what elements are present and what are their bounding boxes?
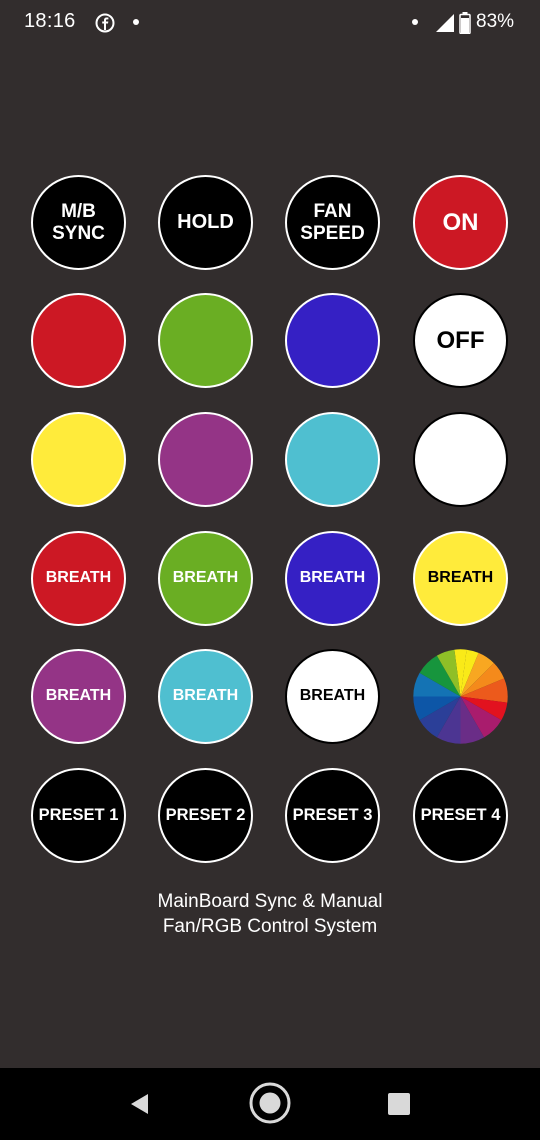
battery-percentage: 83% <box>476 11 515 32</box>
preset-2-label: PRESET 2 <box>165 806 246 825</box>
breath-cyan-button[interactable]: BREATH <box>158 649 253 744</box>
breath-cyan-label: BREATH <box>172 687 239 705</box>
color-cyan-button[interactable] <box>285 412 380 507</box>
notification-dot <box>133 19 139 25</box>
on-label: ON <box>442 208 479 236</box>
facebook-icon <box>95 13 115 33</box>
preset-3-button[interactable]: PRESET 3 <box>285 768 380 863</box>
off-button[interactable]: OFF <box>413 293 508 388</box>
breath-purple-label: BREATH <box>45 687 112 705</box>
battery-icon <box>459 12 471 34</box>
cell-signal-icon <box>436 14 454 32</box>
breath-white-button[interactable]: BREATH <box>285 649 380 744</box>
preset-4-button[interactable]: PRESET 4 <box>413 768 508 863</box>
breath-red-label: BREATH <box>45 569 112 587</box>
color-wheel-icon <box>413 649 508 744</box>
color-red-button[interactable] <box>31 293 126 388</box>
status-time: 18:16 <box>24 10 76 32</box>
home-icon[interactable] <box>248 1081 292 1125</box>
status-bar: 18:16 83% <box>0 0 540 46</box>
app-description: MainBoard Sync & Manual Fan/RGB Control … <box>0 889 540 939</box>
hold-label: HOLD <box>177 211 234 233</box>
app-description-line-1: MainBoard Sync & Manual <box>157 891 383 912</box>
preset-1-label: PRESET 1 <box>38 806 119 825</box>
preset-2-button[interactable]: PRESET 2 <box>158 768 253 863</box>
app-description-line-2: Fan/RGB Control System <box>162 916 378 937</box>
off-label: OFF <box>436 326 485 354</box>
breath-yellow-label: BREATH <box>427 569 494 587</box>
breath-green-button[interactable]: BREATH <box>158 531 253 626</box>
color-purple-button[interactable] <box>158 412 253 507</box>
preset-1-button[interactable]: PRESET 1 <box>31 768 126 863</box>
breath-purple-button[interactable]: BREATH <box>31 649 126 744</box>
breath-red-button[interactable]: BREATH <box>31 531 126 626</box>
back-icon[interactable] <box>128 1092 152 1116</box>
mb-sync-label: M/B SYNC <box>52 200 105 244</box>
recent-apps-icon[interactable] <box>388 1093 410 1115</box>
preset-3-label: PRESET 3 <box>292 806 373 825</box>
breath-white-label: BREATH <box>299 687 366 705</box>
mb-sync-button[interactable]: M/B SYNC <box>31 175 126 270</box>
breath-green-label: BREATH <box>172 569 239 587</box>
color-green-button[interactable] <box>158 293 253 388</box>
hold-button[interactable]: HOLD <box>158 175 253 270</box>
breath-blue-label: BREATH <box>299 569 366 587</box>
color-blue-button[interactable] <box>285 293 380 388</box>
fan-speed-label: FAN SPEED <box>300 200 365 244</box>
color-white-button[interactable] <box>413 412 508 507</box>
color-wheel-button[interactable] <box>413 649 508 744</box>
breath-yellow-button[interactable]: BREATH <box>413 531 508 626</box>
preset-4-label: PRESET 4 <box>420 806 501 825</box>
navigation-bar <box>0 1068 540 1140</box>
breath-blue-button[interactable]: BREATH <box>285 531 380 626</box>
on-button[interactable]: ON <box>413 175 508 270</box>
notification-dot <box>412 19 418 25</box>
fan-speed-button[interactable]: FAN SPEED <box>285 175 380 270</box>
color-yellow-button[interactable] <box>31 412 126 507</box>
